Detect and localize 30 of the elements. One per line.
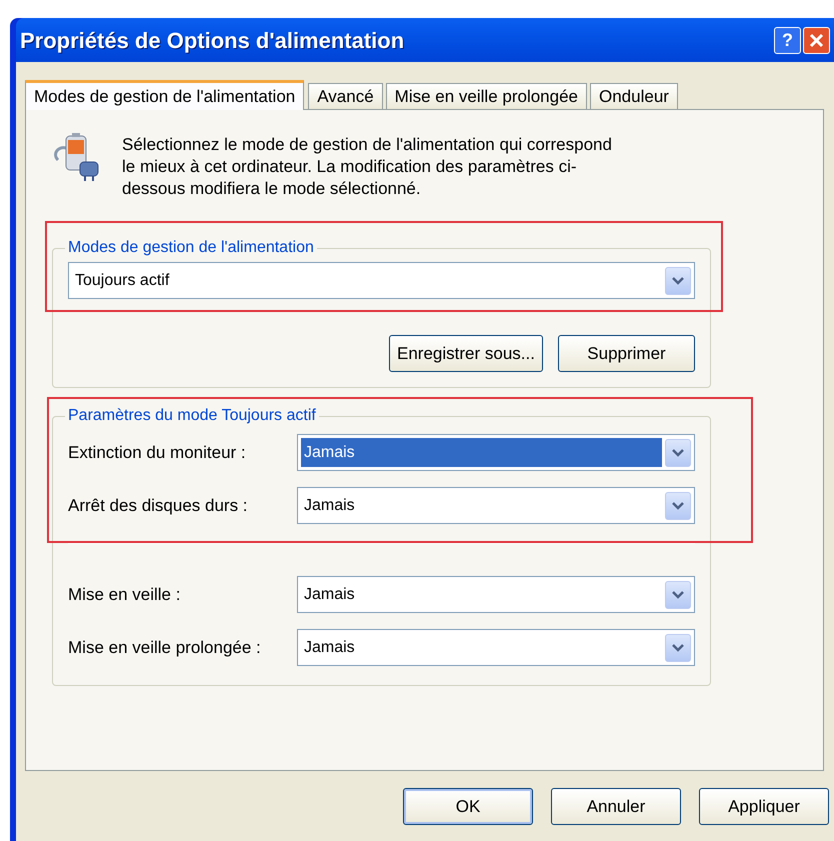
setting-label: Arrêt des disques durs : [68, 494, 249, 517]
group-title: Modes de gestion de l'alimentation [67, 238, 315, 258]
dialog-button[interactable]: Supprimer [558, 335, 695, 372]
dropdown-field[interactable]: Jamais [297, 434, 695, 471]
help-button[interactable]: ? [774, 26, 801, 54]
setting-label: Mise en veille prolongée : [68, 636, 262, 659]
tab[interactable]: Mise en veille prolongée [386, 83, 587, 109]
dropdown-field[interactable]: Jamais [297, 629, 695, 666]
setting-label: Mise en veille : [68, 584, 182, 606]
dropdown-value: Jamais [303, 584, 356, 604]
close-icon [809, 32, 824, 48]
window-title: Propriétés de Options d'alimentation [20, 26, 406, 55]
group-title: Paramètres du mode Toujours actif [67, 406, 317, 426]
dialog-button[interactable]: Appliquer [699, 788, 829, 825]
intro-text: Sélectionnez le mode de gestion de l'alimentation qui correspond le mieux à cet ordinateur. La modification des paramètres ci-dessous modifiera le mode sélectionné. [122, 134, 613, 200]
setting-label: Extinction du moniteur : [68, 442, 247, 464]
close-button[interactable] [803, 26, 830, 54]
dropdown-value: Jamais [303, 496, 356, 516]
dialog-button[interactable]: Annuler [551, 788, 681, 825]
tab[interactable]: Avancé [308, 83, 383, 109]
dialog-button[interactable]: Enregistrer sous... [389, 335, 543, 372]
dropdown-value: Jamais [301, 438, 662, 467]
tab[interactable]: Modes de gestion de l'alimentation [25, 80, 304, 110]
tab[interactable]: Onduleur [590, 83, 678, 109]
dropdown-value: Jamais [303, 638, 356, 658]
dropdown-value: Toujours actif [74, 270, 170, 290]
dropdown-field[interactable]: Jamais [297, 576, 695, 613]
dropdown-field[interactable]: Toujours actif [68, 262, 695, 299]
dialog-button[interactable]: OK [403, 788, 533, 825]
dropdown-field[interactable]: Jamais [297, 487, 695, 524]
